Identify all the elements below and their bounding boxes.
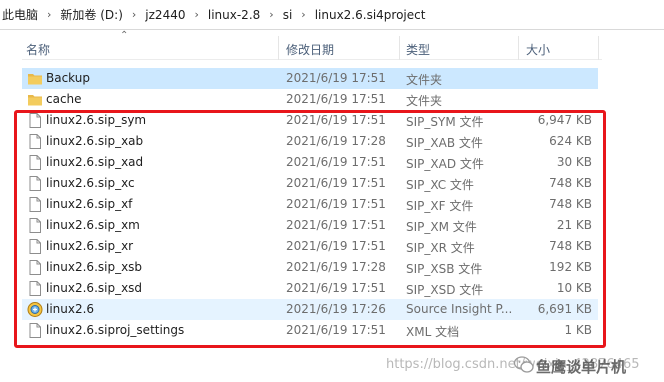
file-date-modified: 2021/6/19 17:51 — [286, 92, 386, 106]
breadcrumb-item-this-pc[interactable]: 此电脑 — [2, 6, 38, 23]
breadcrumb-item-si4project[interactable]: linux2.6.si4project — [315, 8, 426, 22]
folder-icon — [27, 91, 43, 108]
breadcrumb-item-drive-d[interactable]: 新加卷 (D:) — [60, 6, 122, 23]
column-header-name[interactable]: 名称 — [26, 41, 50, 58]
wechat-icon — [514, 356, 534, 373]
column-divider[interactable] — [399, 36, 400, 60]
chevron-right-icon[interactable]: › — [194, 8, 198, 21]
folder-icon — [27, 70, 43, 87]
breadcrumb-item-jz2440[interactable]: jz2440 — [145, 8, 185, 22]
column-divider[interactable] — [598, 36, 599, 60]
file-name: cache — [46, 92, 82, 106]
chevron-right-icon[interactable]: › — [269, 8, 273, 21]
file-type: 文件夹 — [406, 73, 443, 87]
breadcrumb-item-si[interactable]: si — [283, 8, 293, 22]
watermark-brand: 鱼鹰谈单片机 — [536, 358, 627, 376]
file-name: Backup — [46, 71, 90, 85]
column-divider[interactable] — [278, 36, 279, 60]
chevron-right-icon[interactable]: › — [301, 8, 305, 21]
chevron-right-icon[interactable]: › — [47, 8, 51, 21]
file-type: 文件夹 — [406, 94, 443, 108]
watermark: https://blog.csdn.net/weixin_42876465 鱼鹰… — [386, 356, 664, 378]
column-header-size[interactable]: 大小 — [526, 41, 550, 58]
column-header-type[interactable]: 类型 — [406, 41, 430, 58]
breadcrumb: 此电脑 › 新加卷 (D:) › jz2440 › linux-2.8 › si… — [0, 0, 664, 30]
breadcrumb-item-linux-2-8[interactable]: linux-2.8 — [208, 8, 260, 22]
file-row[interactable]: cache 2021/6/19 17:51 文件夹 — [22, 89, 598, 110]
file-date-modified: 2021/6/19 17:51 — [286, 71, 386, 85]
column-divider[interactable] — [518, 36, 519, 60]
column-header-row: 名称 修改日期 类型 大小 — [22, 36, 602, 60]
column-header-date[interactable]: 修改日期 — [286, 41, 334, 58]
file-row[interactable]: Backup 2021/6/19 17:51 文件夹 — [22, 68, 598, 89]
chevron-right-icon[interactable]: › — [132, 8, 136, 21]
highlight-annotation-box — [14, 110, 606, 348]
file-explorer-window: 此电脑 › 新加卷 (D:) › jz2440 › linux-2.8 › si… — [0, 0, 664, 382]
